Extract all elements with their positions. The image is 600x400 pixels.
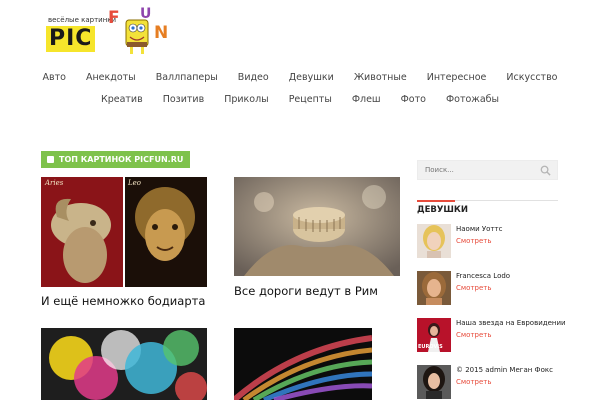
- sidebar-item-title[interactable]: Наоми Уоттс: [456, 225, 502, 233]
- square-icon: [47, 156, 54, 163]
- logo-fun-f: F: [108, 8, 120, 28]
- search-box: [417, 160, 558, 180]
- sidebar-item-more-link[interactable]: Смотреть: [456, 237, 491, 245]
- zodiac-label-leo: Leo: [127, 179, 141, 187]
- post-title-rome[interactable]: Все дороги ведут в Рим: [234, 284, 378, 298]
- eurovision-image: EUROVIS: [417, 318, 451, 352]
- nav-item-flesh[interactable]: Флеш: [352, 94, 381, 105]
- sidebar-item-more-link[interactable]: Смотреть: [456, 378, 491, 386]
- logo-pic-text: PIC: [46, 26, 96, 52]
- post-thumbnail-rome[interactable]: [234, 177, 400, 276]
- nav-item-iskusstvo[interactable]: Искусство: [506, 72, 557, 83]
- sidebar-item: Francesca Lodo Смотреть: [417, 271, 567, 307]
- post-title-bodyart[interactable]: И ещё немножко бодиарта: [41, 294, 205, 308]
- nav-item-fotozhaby[interactable]: Фотожабы: [446, 94, 499, 105]
- nav-item-wallpapers[interactable]: Валлпаперы: [156, 72, 218, 83]
- main-nav-row-2: Креатив Позитив Приколы Рецепты Флеш Фот…: [40, 94, 560, 105]
- logo-fun-n: N: [154, 23, 168, 43]
- sidebar-item-title[interactable]: Наша звезда на Евровидении: [456, 319, 566, 327]
- sidebar-heading: ДЕВУШКИ: [417, 200, 558, 215]
- zodiac-label-aries: Aries: [44, 179, 64, 187]
- search-icon[interactable]: [540, 165, 551, 176]
- woman-portrait-image: [417, 365, 451, 399]
- woman-portrait-image: [417, 271, 451, 305]
- post-thumbnail-colorsmoke[interactable]: [41, 328, 207, 400]
- nav-item-prikoly[interactable]: Приколы: [224, 94, 268, 105]
- main-nav-row-1: Авто Анекдоты Валлпаперы Видео Девушки Ж…: [40, 72, 560, 83]
- post-thumbnail-bodyart[interactable]: Aries Leo: [41, 177, 207, 287]
- sidebar-item-title[interactable]: Francesca Lodo: [456, 272, 510, 280]
- search-input[interactable]: [418, 166, 538, 174]
- sidebar-thumbnail[interactable]: EUROVIS: [417, 318, 451, 352]
- section-label-text: ТОП КАРТИНОК PICFUN.RU: [59, 155, 184, 164]
- nav-item-recepty[interactable]: Рецепты: [289, 94, 332, 105]
- post-thumbnail-lightwaves[interactable]: [234, 328, 372, 400]
- sidebar-thumbnail[interactable]: [417, 365, 451, 399]
- spongebob-mascot-icon: F U N: [108, 6, 168, 54]
- site-logo[interactable]: весёлые картинки PIC F U N: [44, 6, 174, 54]
- section-label-top: ТОП КАРТИНОК PICFUN.RU: [41, 151, 191, 168]
- nav-item-kreativ[interactable]: Креатив: [101, 94, 143, 105]
- woman-portrait-image: [417, 224, 451, 258]
- nav-item-avto[interactable]: Авто: [43, 72, 66, 83]
- sidebar-heading-text: ДЕВУШКИ: [417, 205, 468, 215]
- nav-item-pozitiv[interactable]: Позитив: [163, 94, 205, 105]
- nav-item-zhivotnye[interactable]: Животные: [354, 72, 407, 83]
- sidebar-item: © 2015 admin Меган Фокс Смотреть: [417, 365, 567, 400]
- sidebar-item-title[interactable]: © 2015 admin Меган Фокс: [456, 366, 553, 374]
- nav-item-anekdoty[interactable]: Анекдоты: [86, 72, 136, 83]
- color-smoke-image: [41, 328, 207, 400]
- sidebar-item: Наоми Уоттс Смотреть: [417, 224, 567, 260]
- eurovision-logo-text: EUROVIS: [418, 344, 443, 350]
- heading-accent-bar: [417, 200, 455, 202]
- rome-image: [234, 177, 400, 276]
- nav-item-interesnoe[interactable]: Интересное: [427, 72, 487, 83]
- sidebar-item: EUROVIS Наша звезда на Евровидении Смотр…: [417, 318, 567, 354]
- sidebar-item-more-link[interactable]: Смотреть: [456, 331, 491, 339]
- nav-item-devushki[interactable]: Девушки: [289, 72, 334, 83]
- bodyart-image: Aries Leo: [41, 177, 207, 287]
- sidebar-item-more-link[interactable]: Смотреть: [456, 284, 491, 292]
- nav-item-foto[interactable]: Фото: [401, 94, 426, 105]
- light-waves-image: [234, 328, 372, 400]
- sidebar-thumbnail[interactable]: [417, 224, 451, 258]
- nav-item-video[interactable]: Видео: [238, 72, 269, 83]
- sidebar-thumbnail[interactable]: [417, 271, 451, 305]
- logo-fun-u: U: [140, 6, 151, 22]
